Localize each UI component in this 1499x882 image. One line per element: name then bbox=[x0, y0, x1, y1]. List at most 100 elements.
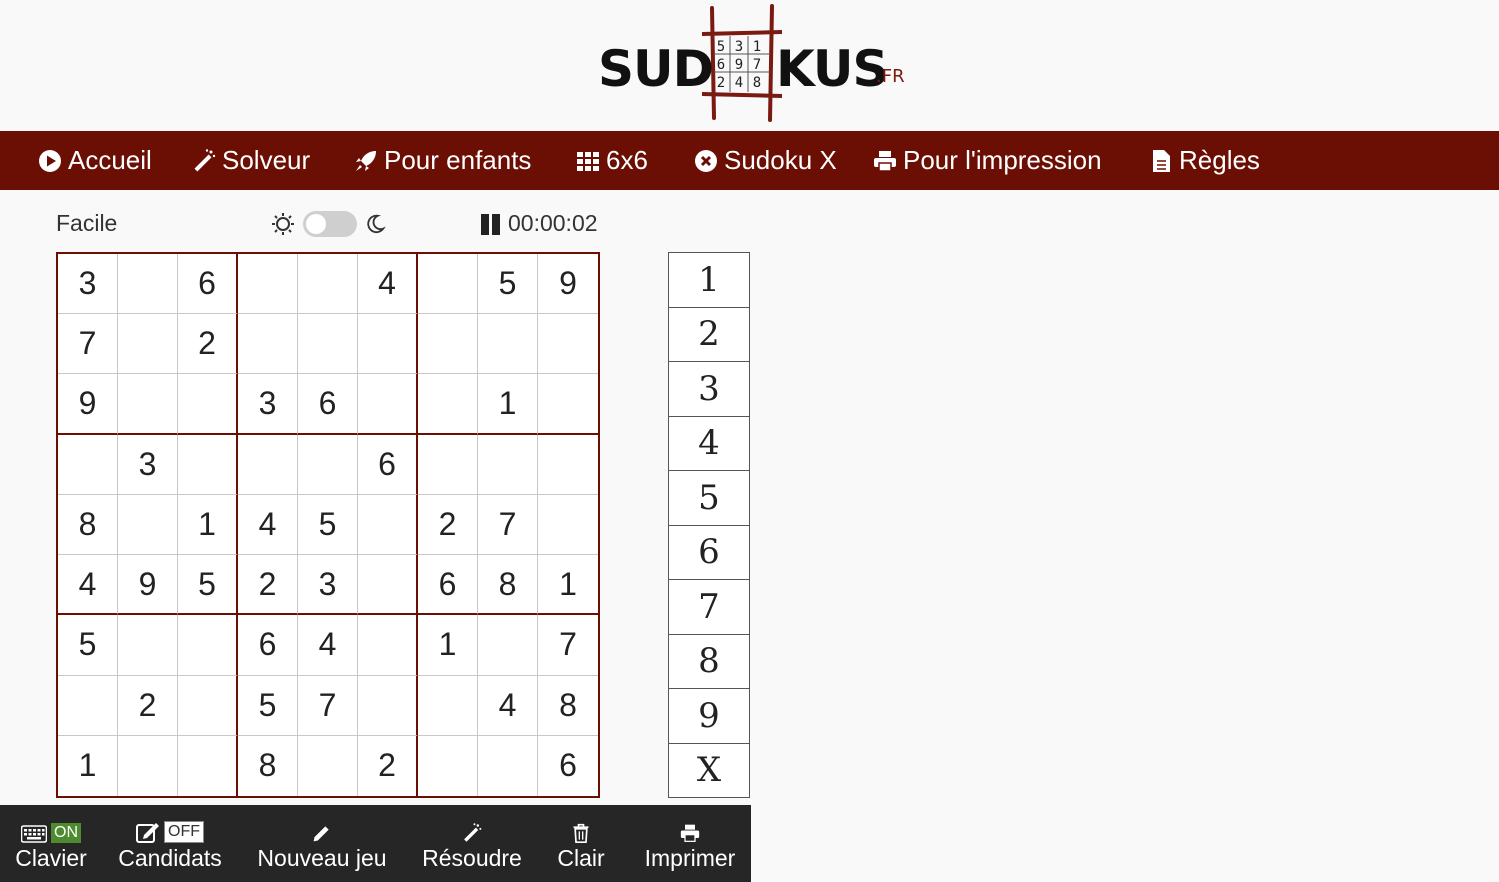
sudoku-cell[interactable] bbox=[538, 314, 598, 375]
sudoku-cell[interactable]: 6 bbox=[358, 434, 418, 495]
sudoku-cell[interactable] bbox=[298, 314, 358, 375]
sudoku-cell[interactable]: 2 bbox=[238, 555, 298, 616]
sudoku-cell[interactable]: 5 bbox=[238, 675, 298, 736]
sudoku-cell[interactable]: 6 bbox=[238, 615, 298, 676]
sudoku-cell[interactable] bbox=[358, 494, 418, 556]
sudoku-cell[interactable] bbox=[478, 615, 538, 676]
sudoku-cell[interactable]: 1 bbox=[478, 374, 538, 435]
sudoku-cell[interactable] bbox=[358, 615, 418, 676]
sudoku-cell[interactable] bbox=[178, 675, 238, 736]
sudoku-cell[interactable]: 2 bbox=[358, 735, 418, 796]
sudoku-cell[interactable] bbox=[118, 254, 178, 315]
sudoku-cell[interactable] bbox=[58, 434, 118, 495]
sudoku-cell[interactable] bbox=[238, 254, 298, 315]
sudoku-cell[interactable]: 9 bbox=[538, 254, 598, 315]
sudoku-cell[interactable]: 8 bbox=[238, 735, 298, 796]
sudoku-cell[interactable] bbox=[118, 314, 178, 375]
sudoku-cell[interactable]: 2 bbox=[418, 494, 478, 556]
sudoku-cell[interactable] bbox=[418, 254, 478, 315]
sudoku-cell[interactable] bbox=[418, 314, 478, 375]
candidates-toggle-button[interactable]: OFF Candidats bbox=[118, 805, 222, 882]
nav-item-solveur[interactable]: Solveur bbox=[192, 131, 310, 190]
sudoku-cell[interactable]: 7 bbox=[298, 675, 358, 736]
pause-icon[interactable] bbox=[480, 214, 502, 235]
sudoku-cell[interactable]: 6 bbox=[178, 254, 238, 315]
sudoku-cell[interactable] bbox=[118, 374, 178, 435]
picker-number-button[interactable]: 5 bbox=[669, 471, 749, 526]
picker-number-button[interactable]: 2 bbox=[669, 308, 749, 362]
sudoku-cell[interactable]: 1 bbox=[58, 735, 118, 796]
sudoku-cell[interactable] bbox=[178, 615, 238, 676]
sudoku-cell[interactable] bbox=[538, 374, 598, 435]
sudoku-cell[interactable]: 7 bbox=[58, 314, 118, 375]
sudoku-cell[interactable] bbox=[118, 735, 178, 796]
sudoku-cell[interactable]: 7 bbox=[478, 494, 538, 556]
sudoku-cell[interactable]: 1 bbox=[178, 494, 238, 556]
picker-number-button[interactable]: 3 bbox=[669, 362, 749, 417]
sudoku-cell[interactable] bbox=[298, 434, 358, 495]
sudoku-cell[interactable]: 8 bbox=[538, 676, 598, 736]
sudoku-cell[interactable]: 9 bbox=[118, 555, 178, 616]
sudoku-cell[interactable]: 3 bbox=[298, 555, 358, 616]
sudoku-cell[interactable] bbox=[358, 675, 418, 736]
sudoku-cell[interactable] bbox=[118, 494, 178, 556]
picker-erase-button[interactable]: X bbox=[669, 744, 749, 798]
sudoku-cell[interactable]: 4 bbox=[298, 615, 358, 676]
sudoku-cell[interactable]: 1 bbox=[418, 615, 478, 676]
sudoku-cell[interactable]: 5 bbox=[478, 254, 538, 315]
sudoku-cell[interactable]: 7 bbox=[538, 615, 598, 676]
sudoku-cell[interactable] bbox=[178, 735, 238, 796]
sudoku-cell[interactable] bbox=[478, 314, 538, 375]
nav-item-pour-enfants[interactable]: Pour enfants bbox=[354, 131, 531, 190]
sudoku-cell[interactable] bbox=[358, 555, 418, 616]
sudoku-cell[interactable]: 4 bbox=[238, 494, 298, 556]
sudoku-cell[interactable] bbox=[358, 374, 418, 435]
nav-item-accueil[interactable]: Accueil bbox=[38, 131, 152, 190]
sudoku-cell[interactable]: 3 bbox=[58, 254, 118, 315]
dark-mode-toggle[interactable] bbox=[303, 211, 357, 237]
picker-number-button[interactable]: 8 bbox=[669, 635, 749, 689]
sudoku-cell[interactable]: 5 bbox=[58, 615, 118, 676]
sudoku-cell[interactable]: 4 bbox=[358, 254, 418, 315]
sudoku-cell[interactable] bbox=[358, 314, 418, 375]
picker-number-button[interactable]: 7 bbox=[669, 580, 749, 635]
sudoku-cell[interactable]: 4 bbox=[58, 555, 118, 616]
sudoku-cell[interactable]: 8 bbox=[58, 494, 118, 556]
picker-number-button[interactable]: 1 bbox=[669, 253, 749, 308]
sudoku-cell[interactable]: 3 bbox=[118, 434, 178, 495]
sudoku-cell[interactable] bbox=[178, 434, 238, 495]
picker-number-button[interactable]: 4 bbox=[669, 417, 749, 471]
sudoku-cell[interactable]: 6 bbox=[538, 736, 598, 796]
nav-item-pour-impression[interactable]: Pour l'impression bbox=[873, 131, 1102, 190]
new-game-button[interactable]: Nouveau jeu bbox=[256, 805, 388, 882]
sudoku-cell[interactable] bbox=[178, 374, 238, 435]
sudoku-cell[interactable] bbox=[418, 434, 478, 495]
nav-item-sudoku-x[interactable]: Sudoku X bbox=[694, 131, 837, 190]
sudoku-cell[interactable] bbox=[478, 434, 538, 495]
sudoku-cell[interactable]: 8 bbox=[478, 555, 538, 616]
clear-button[interactable]: Clair bbox=[552, 805, 610, 882]
print-button[interactable]: Imprimer bbox=[638, 805, 742, 882]
sudoku-cell[interactable] bbox=[58, 675, 118, 736]
sudoku-cell[interactable] bbox=[538, 435, 598, 495]
keyboard-toggle-button[interactable]: ON Clavier bbox=[12, 805, 90, 882]
sudoku-cell[interactable] bbox=[478, 735, 538, 796]
sudoku-cell[interactable] bbox=[238, 314, 298, 375]
sudoku-cell[interactable]: 6 bbox=[418, 555, 478, 616]
sudoku-cell[interactable]: 4 bbox=[478, 675, 538, 736]
sudoku-cell[interactable] bbox=[298, 254, 358, 315]
sudoku-cell[interactable] bbox=[238, 434, 298, 495]
nav-item-regles[interactable]: Règles bbox=[1149, 131, 1260, 190]
nav-item-6x6[interactable]: 6x6 bbox=[576, 131, 648, 190]
solve-button[interactable]: Résoudre bbox=[420, 805, 524, 882]
sudoku-cell[interactable] bbox=[418, 735, 478, 796]
sudoku-cell[interactable]: 5 bbox=[298, 494, 358, 556]
site-logo[interactable]: 5 3 1 6 9 7 2 4 8 SUD KUS .FR bbox=[596, 4, 908, 122]
sudoku-cell[interactable] bbox=[298, 735, 358, 796]
sudoku-cell[interactable] bbox=[538, 495, 598, 556]
sudoku-cell[interactable]: 2 bbox=[178, 314, 238, 375]
sudoku-cell[interactable]: 2 bbox=[118, 675, 178, 736]
sudoku-cell[interactable] bbox=[418, 374, 478, 435]
sudoku-cell[interactable]: 5 bbox=[178, 555, 238, 616]
sudoku-cell[interactable] bbox=[118, 615, 178, 676]
